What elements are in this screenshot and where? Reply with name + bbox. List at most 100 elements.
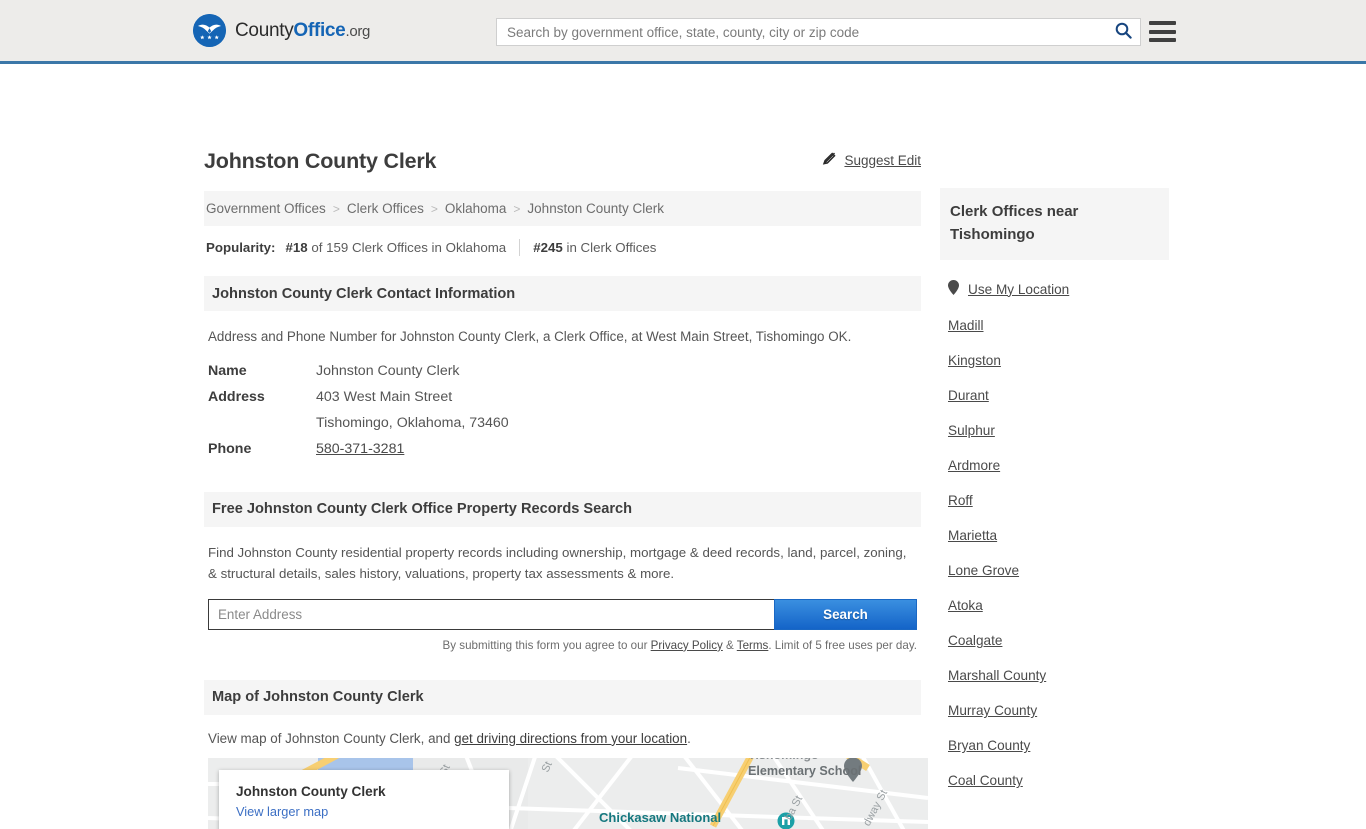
- contact-section-body: Address and Phone Number for Johnston Co…: [204, 152, 921, 462]
- brand-part-1: County: [235, 19, 294, 41]
- view-larger-map-link[interactable]: View larger map: [236, 804, 509, 819]
- sidebar-item-coal-county[interactable]: Coal County: [948, 773, 1169, 788]
- map-label-school-top: Tishomingo: [748, 758, 819, 762]
- contact-value-name: Johnston County Clerk: [316, 362, 460, 379]
- terms-link[interactable]: Terms: [737, 639, 769, 652]
- sidebar-link-sulphur[interactable]: Sulphur: [948, 423, 995, 438]
- map-card-title: Johnston County Clerk: [236, 783, 386, 799]
- contact-key-blank: [206, 410, 316, 436]
- breadcrumb-item-government-offices[interactable]: Government Offices: [206, 201, 326, 216]
- contact-key-name: Name: [208, 362, 247, 379]
- hamburger-menu-icon[interactable]: [1149, 19, 1176, 44]
- map-label-school: Elementary School: [748, 763, 862, 778]
- breadcrumb-item-current: Johnston County Clerk: [527, 201, 664, 216]
- sidebar-link-marshall-county[interactable]: Marshall County: [948, 668, 1046, 683]
- site-header: CountyOffice.org: [0, 0, 1366, 64]
- breadcrumb-separator: >: [513, 201, 521, 216]
- sidebar-item-madill[interactable]: Madill: [948, 318, 1169, 333]
- contact-value-address-line2: Tishomingo, Oklahoma, 73460: [316, 414, 509, 431]
- privacy-policy-link[interactable]: Privacy Policy: [651, 639, 723, 652]
- sidebar-link-ardmore[interactable]: Ardmore: [948, 458, 1000, 473]
- disclaimer-text-pre: By submitting this form you agree to our: [442, 638, 651, 652]
- phone-link[interactable]: 580-371-3281: [316, 441, 404, 457]
- map-description: View map of Johnston County Clerk, and g…: [208, 731, 917, 746]
- sidebar-link-kingston[interactable]: Kingston: [948, 353, 1001, 368]
- map-label-poi: Chickasaw National: [599, 809, 722, 825]
- sidebar-link-bryan-county[interactable]: Bryan County: [948, 738, 1030, 753]
- sidebar-link-durant[interactable]: Durant: [948, 388, 989, 403]
- contact-value-phone-cell: 580-371-3281: [316, 436, 919, 462]
- menu-bar-2: [1149, 29, 1176, 34]
- property-description: Find Johnston County residential propert…: [208, 544, 907, 582]
- sidebar-link-coalgate[interactable]: Coalgate: [948, 633, 1002, 648]
- site-logo[interactable]: CountyOffice.org: [193, 14, 370, 47]
- disclaimer-amp: &: [722, 638, 737, 652]
- breadcrumb-item-clerk-offices[interactable]: Clerk Offices: [347, 201, 424, 216]
- popularity-national-rank: #245: [533, 239, 563, 255]
- countyoffice-eagle-logo-icon: [193, 14, 226, 47]
- sidebar-item-sulphur[interactable]: Sulphur: [948, 423, 1169, 438]
- search-icon: [1115, 22, 1132, 42]
- property-search-button[interactable]: Search: [774, 598, 917, 630]
- property-disclaimer: By submitting this form you agree to our…: [206, 639, 917, 652]
- map-section-heading: Map of Johnston County Clerk: [204, 679, 921, 715]
- sidebar-item-bryan-county[interactable]: Bryan County: [948, 738, 1169, 753]
- driving-directions-link[interactable]: get driving directions from your locatio…: [454, 731, 687, 746]
- popularity-row: Popularity: #18 of 159 Clerk Offices in …: [204, 229, 921, 265]
- popularity-label: Popularity:: [206, 239, 276, 255]
- suggest-edit-link[interactable]: Suggest Edit: [844, 153, 921, 168]
- suggest-edit[interactable]: Suggest Edit: [822, 151, 921, 169]
- main-content: Johnston County Clerk Government Offices…: [204, 149, 928, 829]
- sidebar-item-marshall-county[interactable]: Marshall County: [948, 668, 1169, 683]
- table-row: Address 403 West Main Street: [206, 384, 919, 410]
- brand-part-3: .org: [345, 22, 371, 40]
- search-input[interactable]: [497, 19, 1106, 45]
- table-row: Tishomingo, Oklahoma, 73460: [206, 410, 919, 436]
- contact-table: Name Johnston County Clerk Address 403 W…: [206, 358, 919, 462]
- sidebar-item-murray-county[interactable]: Murray County: [948, 703, 1169, 718]
- sidebar-item-durant[interactable]: Durant: [948, 388, 1169, 403]
- map-desc-post: .: [687, 730, 691, 746]
- sidebar-item-kingston[interactable]: Kingston: [948, 353, 1169, 368]
- sidebar-link-coal-county[interactable]: Coal County: [948, 773, 1023, 788]
- sidebar-link-atoka[interactable]: Atoka: [948, 598, 983, 613]
- sidebar-item-marietta[interactable]: Marietta: [948, 528, 1169, 543]
- sidebar-link-lone-grove[interactable]: Lone Grove: [948, 563, 1019, 578]
- disclaimer-text-post: . Limit of 5 free uses per day.: [768, 638, 917, 652]
- contact-lead-text: Address and Phone Number for Johnston Co…: [208, 329, 852, 344]
- menu-bar-3: [1149, 38, 1176, 42]
- sidebar-item-lone-grove[interactable]: Lone Grove: [948, 563, 1169, 578]
- breadcrumb-item-oklahoma[interactable]: Oklahoma: [445, 201, 507, 216]
- search-submit-button[interactable]: [1106, 19, 1140, 45]
- map-desc-pre: View map of Johnston County Clerk, and: [208, 730, 455, 746]
- breadcrumb: Government Offices > Clerk Offices > Okl…: [204, 191, 921, 226]
- table-row: Name Johnston County Clerk: [206, 358, 919, 384]
- sidebar: Clerk Offices near Tishomingo Use My Loc…: [940, 188, 1169, 788]
- sidebar-link-madill[interactable]: Madill: [948, 318, 984, 333]
- contact-section-heading: Johnston County Clerk Contact Informatio…: [204, 276, 921, 311]
- page-title: Johnston County Clerk: [204, 149, 437, 173]
- popularity-state-rank: #18: [285, 239, 308, 255]
- use-my-location[interactable]: Use My Location: [948, 280, 1169, 298]
- sidebar-item-roff[interactable]: Roff: [948, 493, 1169, 508]
- use-my-location-link[interactable]: Use My Location: [968, 282, 1069, 297]
- breadcrumb-separator: >: [332, 201, 340, 216]
- brand-part-2: Office: [293, 19, 346, 41]
- table-row: Phone 580-371-3281: [206, 436, 919, 462]
- site-logo-text: CountyOffice.org: [235, 20, 370, 42]
- menu-bar-1: [1149, 21, 1176, 25]
- sidebar-item-coalgate[interactable]: Coalgate: [948, 633, 1169, 648]
- map-embed[interactable]: Tishomingo Elementary School Chickasaw N…: [208, 757, 928, 829]
- sidebar-item-atoka[interactable]: Atoka: [948, 598, 1169, 613]
- sidebar-heading: Clerk Offices near Tishomingo: [940, 188, 1169, 260]
- popularity-divider: [519, 238, 521, 256]
- sidebar-item-ardmore[interactable]: Ardmore: [948, 458, 1169, 473]
- address-input[interactable]: [208, 598, 774, 630]
- property-section-heading: Free Johnston County Clerk Office Proper…: [204, 491, 921, 527]
- sidebar-link-roff[interactable]: Roff: [948, 493, 973, 508]
- property-section-body: Find Johnston County residential propert…: [204, 542, 921, 652]
- pencil-edit-icon: [822, 151, 837, 169]
- sidebar-link-marietta[interactable]: Marietta: [948, 528, 997, 543]
- popularity-state-text: of 159 Clerk Offices in Oklahoma: [311, 239, 507, 255]
- sidebar-link-murray-county[interactable]: Murray County: [948, 703, 1037, 718]
